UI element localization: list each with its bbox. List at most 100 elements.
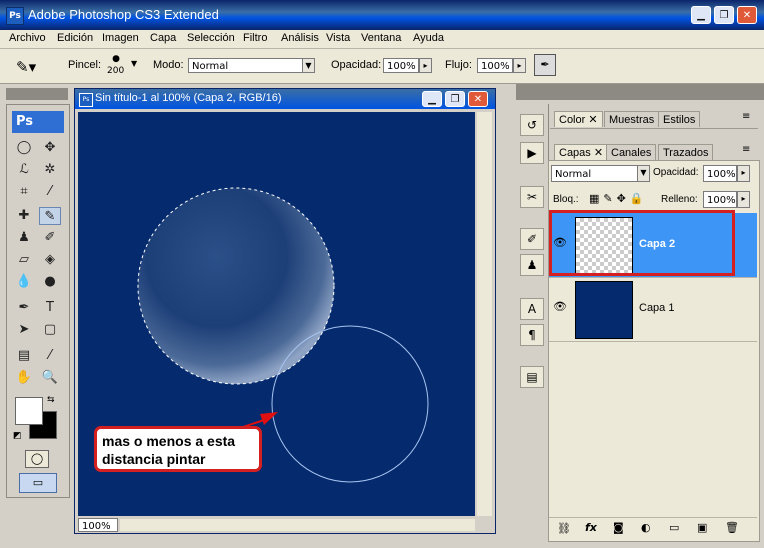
mode-dropdown-icon[interactable]: ▼ [302,58,315,73]
layer-style-icon[interactable]: fx [585,521,597,534]
brush-dot-icon[interactable]: ● [109,54,123,64]
link-layers-icon[interactable]: ⛓ [557,522,571,535]
lock-icons[interactable]: ▦✎✥🔒 [589,192,648,205]
tab-color[interactable]: Color ✕ [554,111,603,127]
history-panel-icon[interactable]: ↺ [520,114,544,136]
hand-tool-icon[interactable]: ✋ [13,369,35,387]
eyedropper-tool-icon[interactable]: ⁄ [39,347,61,365]
shape-tool-icon[interactable]: ▢ [39,321,61,339]
panel-dock-header[interactable] [516,84,764,100]
new-group-icon[interactable]: ▭ [669,521,679,534]
menu-vista[interactable]: Vista [326,32,350,44]
tab-color-label: Color [559,114,586,126]
toolbox-header[interactable] [6,88,68,100]
notes-tool-icon[interactable]: ▤ [13,347,35,365]
navigator-panel-icon[interactable]: ▤ [520,366,544,388]
restore-icon[interactable]: ❐ [714,6,734,24]
blend-mode-dropdown-icon[interactable]: ▼ [637,165,650,182]
dodge-tool-icon[interactable]: ● [39,273,61,291]
foreground-color-swatch-top[interactable] [15,397,43,425]
swap-colors-icon[interactable]: ⇆ [47,395,55,405]
tab-estilos[interactable]: Estilos [658,111,701,127]
tab-canales[interactable]: Canales [606,144,657,160]
paint-bucket-tool-icon[interactable]: ◈ [39,251,61,269]
doc-close-icon[interactable]: ✕ [468,91,488,107]
move-tool-icon[interactable]: ✥ [39,139,61,157]
pen-tool-icon[interactable]: ✒ [13,299,35,317]
character-panel-icon[interactable]: A [520,298,544,320]
magic-wand-tool-icon[interactable]: ✲ [39,161,61,179]
fill-arrow-icon[interactable]: ▸ [737,191,750,208]
document-window: Ps Sin título-1 al 100% (Capa 2, RGB/16)… [74,88,496,534]
lasso-tool-icon[interactable]: ℒ [13,161,35,179]
doc-restore-icon[interactable]: ❐ [445,91,465,107]
close-icon[interactable]: ✕ [737,6,757,24]
airbrush-icon[interactable]: ✒ [534,54,556,76]
layer-opacity-arrow-icon[interactable]: ▸ [737,165,750,182]
panel-menu-icon[interactable]: ≡ [742,111,750,122]
tool-presets-panel-icon[interactable]: ✂ [520,186,544,208]
brush-tool-icon[interactable]: ✎ [39,207,61,225]
document-title: Sin título-1 al 100% (Capa 2, RGB/16) [95,92,282,104]
minimize-icon[interactable]: ▁ [691,6,711,24]
menu-filtro[interactable]: Filtro [243,32,267,44]
screen-mode-icon[interactable]: ▭ [19,473,57,493]
layers-panel-menu-icon[interactable]: ≡ [742,144,750,155]
menu-ayuda[interactable]: Ayuda [413,32,444,44]
document-title-bar[interactable]: Ps Sin título-1 al 100% (Capa 2, RGB/16)… [75,89,495,109]
menu-edicion[interactable]: Edición [57,32,93,44]
adjustment-layer-icon[interactable]: ◐ [641,521,651,534]
doc-minimize-icon[interactable]: ▁ [422,91,442,107]
brush-dropdown-icon[interactable]: ▼ [131,59,137,68]
opacity-field[interactable]: 100% [383,58,419,73]
blur-tool-icon[interactable]: 💧 [13,273,35,291]
tab-trazados[interactable]: Trazados [658,144,714,160]
visibility-eye-icon[interactable]: 👁 [552,299,568,315]
tab-muestras[interactable]: Muestras [604,111,660,127]
clone-source-panel-icon[interactable]: ♟ [520,254,544,276]
opacity-arrow-icon[interactable]: ▸ [419,58,432,73]
menu-ventana[interactable]: Ventana [361,32,401,44]
delete-layer-icon[interactable]: 🗑 [725,521,739,534]
vertical-scrollbar[interactable] [477,112,492,516]
menu-archivo[interactable]: Archivo [9,32,46,44]
healing-brush-tool-icon[interactable]: ✚ [13,207,35,225]
layer-blend-mode-select[interactable]: Normal [551,165,641,182]
opacity-label: Opacidad: [331,59,382,71]
brush-tool-preset-icon[interactable]: ✎▾ [16,58,36,76]
zoom-field[interactable]: 100% [78,518,118,532]
crop-tool-icon[interactable]: ⌗ [13,183,35,201]
toolbox-logo[interactable]: Ps [12,111,64,133]
stamp-tool-icon[interactable]: ♟ [13,229,35,247]
menu-analisis[interactable]: Análisis [281,32,319,44]
paragraph-panel-icon[interactable]: ¶ [520,324,544,346]
layer-row-capa-1[interactable]: 👁 Capa 1 [549,277,757,342]
quick-mask-icon[interactable]: ◯ [25,450,49,468]
document-icon: Ps [79,93,93,107]
slice-tool-icon[interactable]: ⁄ [39,183,61,201]
layer-opacity-field[interactable]: 100% [703,165,737,182]
eraser-tool-icon[interactable]: ▱ [13,251,35,269]
layers-tab-row: Capas ✕ Canales Trazados ≡ [550,142,758,160]
default-colors-icon[interactable]: ◩ [13,431,22,441]
new-layer-icon[interactable]: ▣ [697,521,707,534]
annotation-callout: mas o menos a esta distancia pintar [94,426,262,472]
flow-arrow-icon[interactable]: ▸ [513,58,526,73]
canvas[interactable]: mas o menos a esta distancia pintar [78,112,475,516]
history-brush-tool-icon[interactable]: ✐ [39,229,61,247]
path-selection-tool-icon[interactable]: ➤ [13,321,35,339]
brushes-panel-icon[interactable]: ✐ [520,228,544,250]
mode-select[interactable]: Normal [188,58,304,73]
layer-mask-icon[interactable]: ◙ [613,521,624,534]
menu-seleccion[interactable]: Selección [187,32,235,44]
zoom-tool-icon[interactable]: 🔍 [39,369,61,387]
actions-panel-icon[interactable]: ▶ [520,142,544,164]
fill-field[interactable]: 100% [703,191,737,208]
tab-capas[interactable]: Capas ✕ [554,144,609,160]
horizontal-scrollbar[interactable] [120,519,475,531]
marquee-tool-icon[interactable]: ◯ [13,139,35,157]
flow-field[interactable]: 100% [477,58,513,73]
menu-capa[interactable]: Capa [150,32,176,44]
menu-imagen[interactable]: Imagen [102,32,139,44]
type-tool-icon[interactable]: T [39,299,61,317]
